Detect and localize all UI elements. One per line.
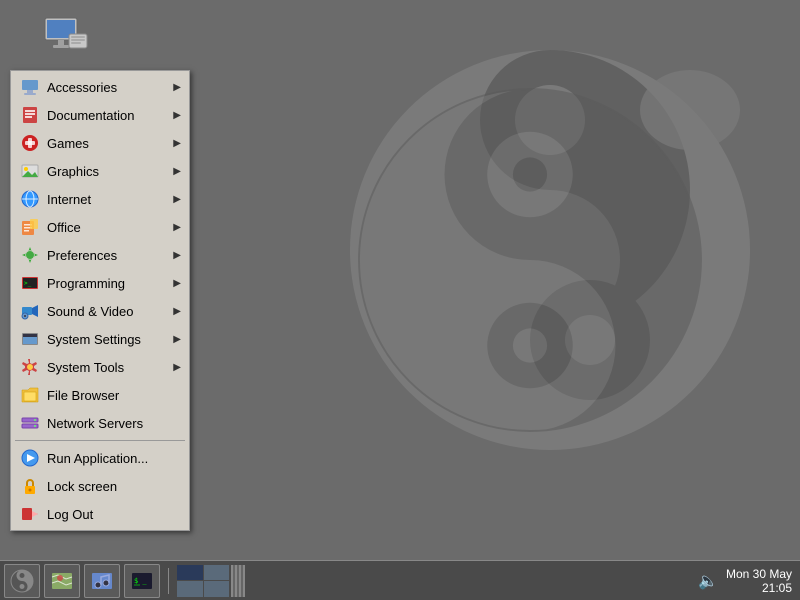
clock-time: 21:05 [726, 581, 792, 595]
system-settings-arrow: ▶ [173, 334, 181, 345]
internet-label: Internet [47, 192, 173, 207]
workspace-3[interactable] [177, 581, 203, 597]
file-browser-icon [19, 384, 41, 406]
menu-separator [15, 440, 185, 441]
menu-item-file-browser[interactable]: File Browser [11, 381, 189, 409]
menu-item-log-out[interactable]: Log Out [11, 500, 189, 528]
run-application-label: Run Application... [47, 451, 181, 466]
menu-item-office[interactable]: Office ▶ [11, 213, 189, 241]
taskbar-map-button[interactable] [44, 564, 80, 598]
menu-item-system-settings[interactable]: System Settings ▶ [11, 325, 189, 353]
computer-icon [41, 12, 89, 69]
menu-item-lock-screen[interactable]: Lock screen [11, 472, 189, 500]
menu-item-games[interactable]: Games ▶ [11, 129, 189, 157]
taskbar-left: $ _ [0, 564, 245, 598]
graphics-label: Graphics [47, 164, 173, 179]
workspace-pager[interactable] [177, 565, 245, 597]
log-out-icon [19, 503, 41, 525]
application-menu: Accessories ▶ Documentation ▶ Games ▶ Gr… [10, 70, 190, 531]
games-icon [19, 132, 41, 154]
sound-video-icon [19, 300, 41, 322]
menu-item-internet[interactable]: Internet ▶ [11, 185, 189, 213]
svg-text:>_: >_ [24, 280, 32, 287]
internet-icon [19, 188, 41, 210]
app-launcher-button[interactable] [30, 10, 100, 70]
office-label: Office [47, 220, 173, 235]
log-out-label: Log Out [47, 507, 181, 522]
menu-item-programming[interactable]: >_ Programming ▶ [11, 269, 189, 297]
taskbar-menu-button[interactable] [4, 564, 40, 598]
system-tools-icon [19, 356, 41, 378]
accessories-label: Accessories [47, 80, 173, 95]
games-label: Games [47, 136, 173, 151]
system-tools-arrow: ▶ [173, 362, 181, 373]
accessories-arrow: ▶ [173, 82, 181, 93]
clock: Mon 30 May 21:05 [726, 567, 792, 595]
menu-item-accessories[interactable]: Accessories ▶ [11, 73, 189, 101]
pager-grid [177, 565, 229, 597]
taskbar-terminal-button[interactable]: $ _ [124, 564, 160, 598]
taskbar-separator [168, 568, 169, 594]
network-servers-label: Network Servers [47, 416, 181, 431]
yinyang-symbol [340, 10, 720, 510]
workspace-4[interactable] [204, 581, 230, 597]
workspace-1[interactable] [177, 565, 203, 581]
system-settings-icon [19, 328, 41, 350]
graphics-icon [19, 160, 41, 182]
desktop: Accessories ▶ Documentation ▶ Games ▶ Gr… [0, 0, 800, 600]
menu-item-graphics[interactable]: Graphics ▶ [11, 157, 189, 185]
lock-screen-label: Lock screen [47, 479, 181, 494]
taskbar-right: 🔈 Mon 30 May 21:05 [698, 567, 800, 595]
preferences-arrow: ▶ [173, 250, 181, 261]
sound-video-arrow: ▶ [173, 306, 181, 317]
office-icon [19, 216, 41, 238]
pager-handle [231, 565, 245, 597]
documentation-arrow: ▶ [173, 110, 181, 121]
menu-item-network-servers[interactable]: Network Servers [11, 409, 189, 437]
accessories-icon [19, 76, 41, 98]
menu-item-preferences[interactable]: Preferences ▶ [11, 241, 189, 269]
programming-label: Programming [47, 276, 173, 291]
svg-text:$ _: $ _ [134, 577, 147, 585]
sound-video-label: Sound & Video [47, 304, 173, 319]
graphics-arrow: ▶ [173, 166, 181, 177]
menu-item-sound-video[interactable]: Sound & Video ▶ [11, 297, 189, 325]
menu-item-documentation[interactable]: Documentation ▶ [11, 101, 189, 129]
games-arrow: ▶ [173, 138, 181, 149]
programming-icon: >_ [19, 272, 41, 294]
preferences-icon [19, 244, 41, 266]
volume-icon[interactable]: 🔈 [698, 571, 718, 591]
menu-item-system-tools[interactable]: System Tools ▶ [11, 353, 189, 381]
run-application-icon [19, 447, 41, 469]
system-tools-label: System Tools [47, 360, 173, 375]
documentation-label: Documentation [47, 108, 173, 123]
file-browser-label: File Browser [47, 388, 181, 403]
taskbar: $ _ 🔈 Mon 30 May 21:05 [0, 560, 800, 600]
lock-screen-icon [19, 475, 41, 497]
preferences-label: Preferences [47, 248, 173, 263]
workspace-2[interactable] [204, 565, 230, 581]
internet-arrow: ▶ [173, 194, 181, 205]
programming-arrow: ▶ [173, 278, 181, 289]
taskbar-music-button[interactable] [84, 564, 120, 598]
documentation-icon [19, 104, 41, 126]
menu-item-run-application[interactable]: Run Application... [11, 444, 189, 472]
system-settings-label: System Settings [47, 332, 173, 347]
network-servers-icon [19, 412, 41, 434]
office-arrow: ▶ [173, 222, 181, 233]
clock-date: Mon 30 May [726, 567, 792, 581]
